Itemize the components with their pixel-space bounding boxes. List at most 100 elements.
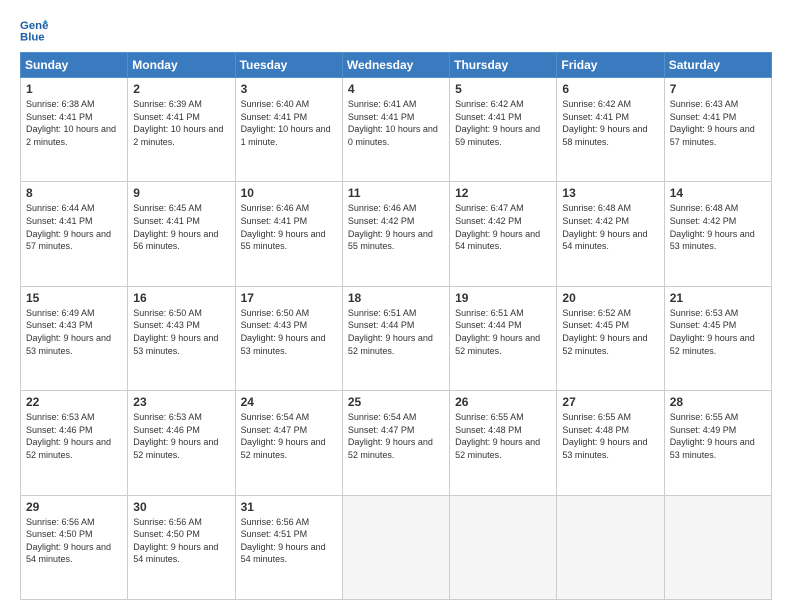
day-info: Sunrise: 6:51 AMSunset: 4:44 PMDaylight:… [455, 307, 551, 357]
day-number: 28 [670, 395, 766, 409]
day-cell: 9 Sunrise: 6:45 AMSunset: 4:41 PMDayligh… [128, 182, 235, 286]
day-info: Sunrise: 6:55 AMSunset: 4:48 PMDaylight:… [562, 411, 658, 461]
day-number: 18 [348, 291, 444, 305]
day-cell: 14 Sunrise: 6:48 AMSunset: 4:42 PMDaylig… [664, 182, 771, 286]
day-cell: 21 Sunrise: 6:53 AMSunset: 4:45 PMDaylig… [664, 286, 771, 390]
header-wednesday: Wednesday [342, 53, 449, 78]
day-cell [557, 495, 664, 599]
day-cell: 7 Sunrise: 6:43 AMSunset: 4:41 PMDayligh… [664, 78, 771, 182]
day-info: Sunrise: 6:51 AMSunset: 4:44 PMDaylight:… [348, 307, 444, 357]
day-cell: 6 Sunrise: 6:42 AMSunset: 4:41 PMDayligh… [557, 78, 664, 182]
header-monday: Monday [128, 53, 235, 78]
header: General Blue [20, 16, 772, 44]
day-cell: 16 Sunrise: 6:50 AMSunset: 4:43 PMDaylig… [128, 286, 235, 390]
header-saturday: Saturday [664, 53, 771, 78]
day-info: Sunrise: 6:40 AMSunset: 4:41 PMDaylight:… [241, 98, 337, 148]
day-number: 19 [455, 291, 551, 305]
day-number: 26 [455, 395, 551, 409]
day-info: Sunrise: 6:42 AMSunset: 4:41 PMDaylight:… [562, 98, 658, 148]
day-cell [450, 495, 557, 599]
day-info: Sunrise: 6:44 AMSunset: 4:41 PMDaylight:… [26, 202, 122, 252]
header-thursday: Thursday [450, 53, 557, 78]
day-cell: 18 Sunrise: 6:51 AMSunset: 4:44 PMDaylig… [342, 286, 449, 390]
day-cell [664, 495, 771, 599]
logo-icon: General Blue [20, 16, 48, 44]
day-number: 29 [26, 500, 122, 514]
day-number: 17 [241, 291, 337, 305]
page: General Blue SundayMondayTuesdayWednesda… [0, 0, 792, 612]
header-tuesday: Tuesday [235, 53, 342, 78]
day-cell: 20 Sunrise: 6:52 AMSunset: 4:45 PMDaylig… [557, 286, 664, 390]
day-cell: 28 Sunrise: 6:55 AMSunset: 4:49 PMDaylig… [664, 391, 771, 495]
week-row-2: 8 Sunrise: 6:44 AMSunset: 4:41 PMDayligh… [21, 182, 772, 286]
day-info: Sunrise: 6:50 AMSunset: 4:43 PMDaylight:… [241, 307, 337, 357]
day-info: Sunrise: 6:53 AMSunset: 4:45 PMDaylight:… [670, 307, 766, 357]
day-info: Sunrise: 6:56 AMSunset: 4:50 PMDaylight:… [133, 516, 229, 566]
day-cell: 12 Sunrise: 6:47 AMSunset: 4:42 PMDaylig… [450, 182, 557, 286]
day-info: Sunrise: 6:48 AMSunset: 4:42 PMDaylight:… [562, 202, 658, 252]
day-info: Sunrise: 6:54 AMSunset: 4:47 PMDaylight:… [348, 411, 444, 461]
day-info: Sunrise: 6:46 AMSunset: 4:42 PMDaylight:… [348, 202, 444, 252]
day-cell: 23 Sunrise: 6:53 AMSunset: 4:46 PMDaylig… [128, 391, 235, 495]
day-number: 30 [133, 500, 229, 514]
day-number: 5 [455, 82, 551, 96]
day-number: 13 [562, 186, 658, 200]
day-number: 23 [133, 395, 229, 409]
day-number: 7 [670, 82, 766, 96]
day-cell: 13 Sunrise: 6:48 AMSunset: 4:42 PMDaylig… [557, 182, 664, 286]
day-cell: 5 Sunrise: 6:42 AMSunset: 4:41 PMDayligh… [450, 78, 557, 182]
day-info: Sunrise: 6:38 AMSunset: 4:41 PMDaylight:… [26, 98, 122, 148]
day-number: 9 [133, 186, 229, 200]
day-number: 21 [670, 291, 766, 305]
day-cell: 29 Sunrise: 6:56 AMSunset: 4:50 PMDaylig… [21, 495, 128, 599]
day-cell: 15 Sunrise: 6:49 AMSunset: 4:43 PMDaylig… [21, 286, 128, 390]
day-info: Sunrise: 6:45 AMSunset: 4:41 PMDaylight:… [133, 202, 229, 252]
logo: General Blue [20, 16, 50, 44]
day-info: Sunrise: 6:49 AMSunset: 4:43 PMDaylight:… [26, 307, 122, 357]
day-number: 20 [562, 291, 658, 305]
day-number: 31 [241, 500, 337, 514]
day-cell [342, 495, 449, 599]
day-info: Sunrise: 6:50 AMSunset: 4:43 PMDaylight:… [133, 307, 229, 357]
week-row-4: 22 Sunrise: 6:53 AMSunset: 4:46 PMDaylig… [21, 391, 772, 495]
svg-text:Blue: Blue [20, 32, 45, 44]
day-info: Sunrise: 6:56 AMSunset: 4:50 PMDaylight:… [26, 516, 122, 566]
day-info: Sunrise: 6:52 AMSunset: 4:45 PMDaylight:… [562, 307, 658, 357]
day-number: 16 [133, 291, 229, 305]
day-number: 22 [26, 395, 122, 409]
day-info: Sunrise: 6:41 AMSunset: 4:41 PMDaylight:… [348, 98, 444, 148]
day-number: 27 [562, 395, 658, 409]
day-cell: 19 Sunrise: 6:51 AMSunset: 4:44 PMDaylig… [450, 286, 557, 390]
day-cell: 10 Sunrise: 6:46 AMSunset: 4:41 PMDaylig… [235, 182, 342, 286]
day-number: 12 [455, 186, 551, 200]
day-cell: 25 Sunrise: 6:54 AMSunset: 4:47 PMDaylig… [342, 391, 449, 495]
calendar-header-row: SundayMondayTuesdayWednesdayThursdayFrid… [21, 53, 772, 78]
day-cell: 17 Sunrise: 6:50 AMSunset: 4:43 PMDaylig… [235, 286, 342, 390]
day-number: 1 [26, 82, 122, 96]
day-cell: 2 Sunrise: 6:39 AMSunset: 4:41 PMDayligh… [128, 78, 235, 182]
day-info: Sunrise: 6:46 AMSunset: 4:41 PMDaylight:… [241, 202, 337, 252]
day-info: Sunrise: 6:43 AMSunset: 4:41 PMDaylight:… [670, 98, 766, 148]
day-number: 3 [241, 82, 337, 96]
header-sunday: Sunday [21, 53, 128, 78]
day-info: Sunrise: 6:54 AMSunset: 4:47 PMDaylight:… [241, 411, 337, 461]
day-cell: 4 Sunrise: 6:41 AMSunset: 4:41 PMDayligh… [342, 78, 449, 182]
day-info: Sunrise: 6:47 AMSunset: 4:42 PMDaylight:… [455, 202, 551, 252]
day-number: 2 [133, 82, 229, 96]
day-number: 24 [241, 395, 337, 409]
week-row-5: 29 Sunrise: 6:56 AMSunset: 4:50 PMDaylig… [21, 495, 772, 599]
day-number: 25 [348, 395, 444, 409]
day-info: Sunrise: 6:39 AMSunset: 4:41 PMDaylight:… [133, 98, 229, 148]
day-cell: 30 Sunrise: 6:56 AMSunset: 4:50 PMDaylig… [128, 495, 235, 599]
header-friday: Friday [557, 53, 664, 78]
day-number: 15 [26, 291, 122, 305]
day-cell: 26 Sunrise: 6:55 AMSunset: 4:48 PMDaylig… [450, 391, 557, 495]
calendar-table: SundayMondayTuesdayWednesdayThursdayFrid… [20, 52, 772, 600]
day-cell: 27 Sunrise: 6:55 AMSunset: 4:48 PMDaylig… [557, 391, 664, 495]
day-info: Sunrise: 6:48 AMSunset: 4:42 PMDaylight:… [670, 202, 766, 252]
day-cell: 31 Sunrise: 6:56 AMSunset: 4:51 PMDaylig… [235, 495, 342, 599]
day-info: Sunrise: 6:55 AMSunset: 4:48 PMDaylight:… [455, 411, 551, 461]
day-cell: 1 Sunrise: 6:38 AMSunset: 4:41 PMDayligh… [21, 78, 128, 182]
day-number: 8 [26, 186, 122, 200]
day-cell: 8 Sunrise: 6:44 AMSunset: 4:41 PMDayligh… [21, 182, 128, 286]
